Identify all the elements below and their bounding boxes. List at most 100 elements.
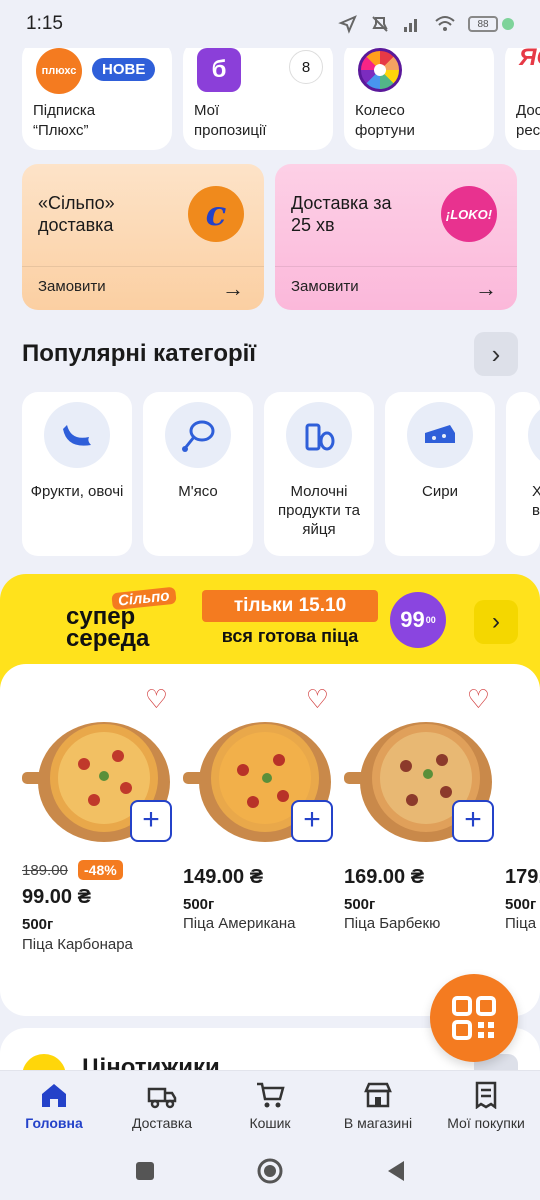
nav-label: В магазині <box>343 1115 413 1131</box>
arrow-right-icon[interactable]: → <box>222 276 244 302</box>
offers-icon: б <box>197 48 241 92</box>
status-time: 1:15 <box>26 13 63 34</box>
nav-my-purchases[interactable]: Мої покупки <box>432 1071 540 1142</box>
dairy-icon <box>286 402 352 468</box>
product-price: 179. <box>505 866 540 888</box>
delivery-title: Доставка за 25 хв <box>291 193 392 235</box>
fast-delivery-card[interactable]: Доставка за 25 хв ¡LOKO! Замовити → <box>275 164 517 310</box>
restaurant-logo: ЯО <box>519 44 540 71</box>
category-label: Сири <box>422 483 458 500</box>
category-cheese[interactable]: Сири <box>385 392 495 556</box>
divider <box>275 266 517 267</box>
category-label: Молочні продукти та яйця <box>278 483 360 538</box>
category-bread[interactable]: Х в <box>506 392 540 556</box>
category-label: Х в <box>532 483 540 519</box>
home-icon <box>42 1084 66 1107</box>
category-label: Фрукти, овочі <box>30 483 124 500</box>
category-dairy-eggs[interactable]: Молочні продукти та яйця <box>264 392 374 556</box>
promo-date-badge: тільки 15.10 <box>202 590 378 622</box>
cheese-icon <box>407 402 473 468</box>
super-sereda-logo: супер середа <box>66 605 150 652</box>
delivery-title: «Сільпо» доставка <box>38 193 115 235</box>
product-weight: 500г <box>183 896 215 913</box>
card-delivery-restaurants[interactable]: ЯО Дос рес <box>505 40 540 150</box>
logo-line-2: середа <box>66 625 150 652</box>
bread-icon <box>528 402 540 468</box>
chevron-right-icon[interactable]: › <box>474 332 518 376</box>
product-price: 99.00 ₴ <box>22 886 91 908</box>
bottom-navigation: Головна Доставка Кошик В магазині Мої по… <box>0 1070 540 1142</box>
nav-label: Головна <box>25 1115 83 1131</box>
order-link[interactable]: Замовити <box>38 278 106 295</box>
nav-home[interactable]: Головна <box>0 1071 108 1142</box>
back-icon[interactable] <box>384 1159 406 1183</box>
favorite-heart-icon[interactable]: ♡ <box>145 686 168 712</box>
order-link[interactable]: Замовити <box>291 278 359 295</box>
product-name: Піца Карбонара <box>22 936 133 953</box>
chevron-right-icon[interactable]: › <box>474 600 518 644</box>
category-row: Фрукти, овочі М'ясо Молочні продукти та … <box>22 392 540 556</box>
price-cents: 00 <box>425 615 436 625</box>
product-name: Піца Американа <box>183 915 296 932</box>
add-to-cart-button[interactable]: + <box>291 800 333 842</box>
nav-cart[interactable]: Кошик <box>216 1071 324 1142</box>
top-feature-row: плюхс НОВЕ Підписка “Плюхс” б 8 Мої проп… <box>22 40 540 150</box>
product-name: Піца Барбекю <box>344 915 441 932</box>
card-label: Мої пропозиції <box>194 102 267 139</box>
status-bar: 1:15 88 <box>0 0 540 48</box>
qr-code-button[interactable] <box>430 974 518 1062</box>
location-icon <box>338 15 357 34</box>
nav-delivery[interactable]: Доставка <box>108 1071 216 1142</box>
promo-price-badge: 99 00 <box>390 592 446 648</box>
qr-code-icon <box>452 996 496 1040</box>
offers-count-badge: 8 <box>289 50 323 84</box>
products-carousel: ♡ + 189.00 -48% 99.00 ₴ 500г Піца Карбон… <box>0 664 540 1016</box>
status-icons: 88 <box>338 14 514 34</box>
delivery-row: «Сільпо» доставка c Замовити → Доставка … <box>22 164 517 310</box>
add-to-cart-button[interactable]: + <box>452 800 494 842</box>
system-navigation-bar <box>0 1142 540 1200</box>
product-weight: 500г <box>344 896 376 913</box>
receipt-icon <box>475 1081 497 1109</box>
price-main: 99 <box>400 607 425 632</box>
silpo-delivery-card[interactable]: «Сільпо» доставка c Замовити → <box>22 164 264 310</box>
promo-subtitle: вся готова піца <box>221 626 359 646</box>
delivery-icon <box>147 1087 177 1109</box>
recents-icon[interactable] <box>134 1160 156 1182</box>
product-card[interactable]: 179. 500г Піца <box>505 686 540 986</box>
nav-label: Мої покупки <box>447 1115 525 1131</box>
wifi-icon <box>435 16 455 31</box>
category-fruits-vegetables[interactable]: Фрукти, овочі <box>22 392 132 556</box>
pluhs-logo: плюхс <box>36 48 82 94</box>
section-title: Популярні категорії <box>22 340 257 367</box>
card-wheel-of-fortune[interactable]: Колесо фортуни <box>344 40 494 150</box>
add-to-cart-button[interactable]: + <box>130 800 172 842</box>
card-pluhs-subscription[interactable]: плюхс НОВЕ Підписка “Плюхс” <box>22 40 172 150</box>
discount-badge: -48% <box>78 860 123 880</box>
category-label: М'ясо <box>178 483 218 500</box>
favorite-heart-icon[interactable]: ♡ <box>467 686 490 712</box>
card-label: Колесо фортуни <box>355 102 415 139</box>
card-label: Дос рес <box>516 102 540 139</box>
banana-icon <box>44 402 110 468</box>
product-weight: 500г <box>22 916 54 933</box>
mute-icon <box>372 16 388 32</box>
battery-level: 88 <box>468 16 498 32</box>
divider <box>22 266 264 267</box>
battery-indicator: 88 <box>468 16 514 32</box>
category-meat[interactable]: М'ясо <box>143 392 253 556</box>
product-card[interactable]: ♡ + 149.00 ₴ 500г Піца Американа <box>183 686 333 986</box>
nav-in-store[interactable]: В магазині <box>324 1071 432 1142</box>
silpo-logo: c <box>188 186 244 242</box>
product-price: 169.00 ₴ <box>344 866 425 888</box>
store-icon <box>364 1082 392 1108</box>
product-card[interactable]: ♡ + 169.00 ₴ 500г Піца Барбекю <box>344 686 494 986</box>
home-circle-icon[interactable] <box>256 1157 284 1185</box>
signal-icon <box>404 19 417 32</box>
product-card[interactable]: ♡ + 189.00 -48% 99.00 ₴ 500г Піца Карбон… <box>22 686 172 986</box>
card-label: Підписка “Плюхс” <box>33 102 96 139</box>
card-my-offers[interactable]: б 8 Мої пропозиції <box>183 40 333 150</box>
arrow-right-icon[interactable]: → <box>475 276 497 302</box>
loko-logo: ¡LOKO! <box>441 186 497 242</box>
favorite-heart-icon[interactable]: ♡ <box>306 686 329 712</box>
